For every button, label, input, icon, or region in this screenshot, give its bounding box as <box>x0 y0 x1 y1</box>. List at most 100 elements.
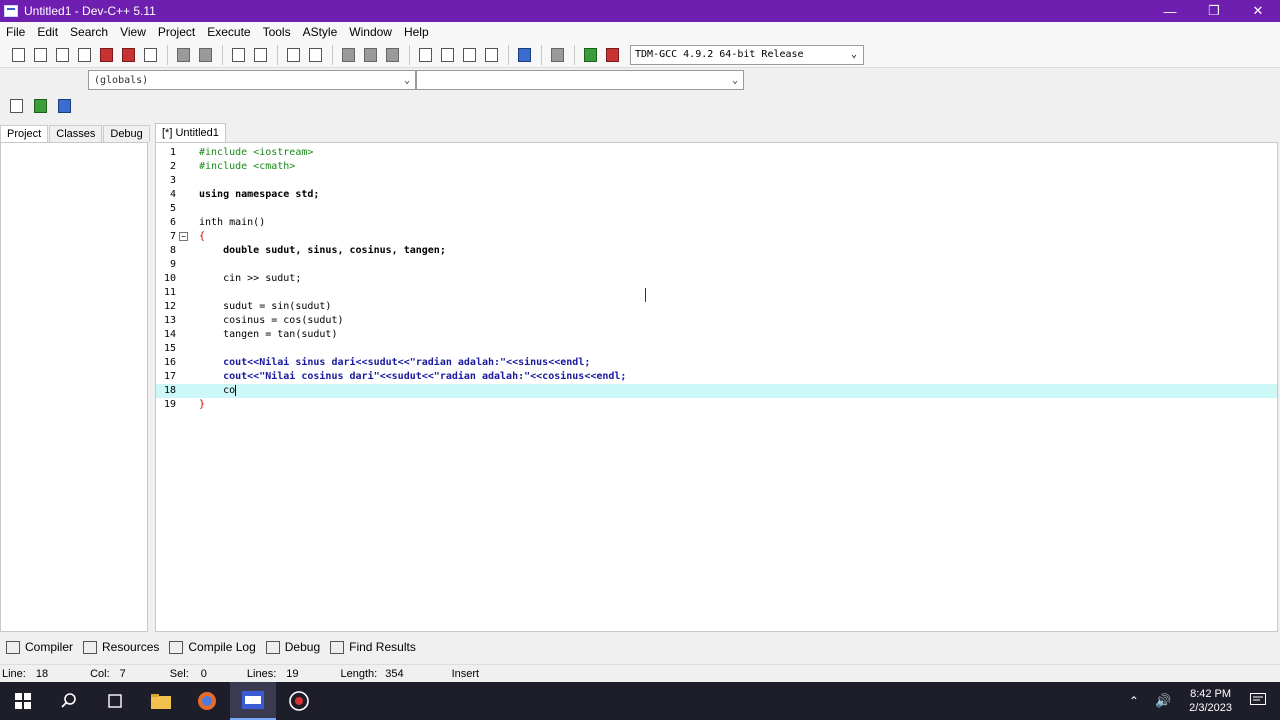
tab-find-results[interactable]: Find Results <box>330 640 416 654</box>
devcpp-taskbar-icon[interactable] <box>230 682 276 720</box>
code-line: 12 sudut = sin(sudut) <box>163 301 332 312</box>
status-line-label: Line: <box>2 667 26 680</box>
menu-window[interactable]: Window <box>343 25 398 39</box>
notification-icon[interactable] <box>1250 692 1266 710</box>
check-syntax-icon[interactable] <box>514 45 534 65</box>
status-col-value: 7 <box>119 667 126 680</box>
menu-astyle[interactable]: AStyle <box>297 25 344 39</box>
stop-execution-icon[interactable] <box>547 45 567 65</box>
compiler-icon <box>6 640 20 654</box>
save-icon[interactable] <box>52 45 72 65</box>
undo-icon[interactable] <box>173 45 193 65</box>
class-view-icon[interactable] <box>459 45 479 65</box>
code-editor[interactable]: 1 #include <iostream> 2 #include <cmath> 3… <box>155 142 1278 632</box>
compiler-select[interactable]: TDM-GCC 4.9.2 64-bit Release ⌄ <box>630 44 864 65</box>
unindent-icon[interactable] <box>305 45 325 65</box>
tab-project[interactable]: Project <box>0 125 49 142</box>
compile-log-icon <box>169 640 184 654</box>
goto-forward-icon[interactable] <box>360 45 380 65</box>
bookmark-icon[interactable] <box>382 45 402 65</box>
task-view-icon[interactable] <box>92 682 138 720</box>
start-icon[interactable] <box>0 682 46 720</box>
tab-compile-log[interactable]: Compile Log <box>169 640 256 654</box>
project-toolbar <box>6 94 76 118</box>
clock-time: 8:42 PM <box>1190 688 1232 700</box>
tab-classes[interactable]: Classes <box>49 125 103 142</box>
code-line: 19} <box>163 399 206 410</box>
tab-debug-output[interactable]: Debug <box>265 640 320 654</box>
code-line: 16 cout<<Nilai sinus dari<<sudut<<"radia… <box>163 357 591 368</box>
grid-icon[interactable] <box>481 45 501 65</box>
code-line: 8 double sudut, sinus, cosinus, tangen; <box>169 245 446 256</box>
code-line: 14 tangen = tan(sudut) <box>163 329 338 340</box>
scope-combo-value: (globals) <box>94 74 149 86</box>
menu-tools[interactable]: Tools <box>257 25 297 39</box>
scope-combo[interactable]: (globals) ⌄ <box>88 70 416 90</box>
status-sel-value: 0 <box>200 667 207 680</box>
volume-icon[interactable]: 🔊 <box>1155 693 1171 709</box>
menu-execute[interactable]: Execute <box>201 25 256 39</box>
replace-icon[interactable] <box>250 45 270 65</box>
close-file-icon[interactable] <box>96 45 116 65</box>
tab-debug[interactable]: Debug <box>103 125 150 142</box>
chart-profile-icon[interactable] <box>580 45 600 65</box>
window-view-icon[interactable] <box>437 45 457 65</box>
menu-file[interactable]: File <box>0 25 31 39</box>
search-icon[interactable] <box>46 682 92 720</box>
find-icon[interactable] <box>228 45 248 65</box>
project-tree[interactable] <box>0 142 148 632</box>
new-file-icon[interactable] <box>8 45 28 65</box>
tab-compiler[interactable]: Compiler <box>6 640 73 654</box>
code-line: 15 <box>163 343 176 354</box>
code-line: 2 #include <cmath> <box>169 161 296 172</box>
project-view-icon[interactable] <box>415 45 435 65</box>
print-icon[interactable] <box>140 45 160 65</box>
menu-view[interactable]: View <box>114 25 152 39</box>
menu-project[interactable]: Project <box>152 25 201 39</box>
code-line: 11 <box>163 287 176 298</box>
title-bar: Untitled1 - Dev-C++ 5.11 — ❐ ✕ <box>0 0 1280 22</box>
goto-back-icon[interactable] <box>338 45 358 65</box>
redo-icon[interactable] <box>195 45 215 65</box>
remove-from-project-icon[interactable] <box>30 96 50 116</box>
close-button[interactable]: ✕ <box>1236 0 1280 22</box>
code-line: 9 <box>169 259 176 270</box>
chevron-up-icon[interactable]: ⌃ <box>1129 694 1139 708</box>
window-title: Untitled1 - Dev-C++ 5.11 <box>24 4 156 18</box>
open-file-icon[interactable] <box>30 45 50 65</box>
function-combo[interactable]: ⌄ <box>416 70 744 90</box>
main-toolbar: TDM-GCC 4.9.2 64-bit Release ⌄ <box>0 42 1280 68</box>
restore-button[interactable]: ❐ <box>1192 0 1236 22</box>
close-all-icon[interactable] <box>118 45 138 65</box>
left-panel: Project Classes Debug <box>0 122 150 634</box>
menu-search[interactable]: Search <box>64 25 114 39</box>
code-line: 5 <box>169 203 176 214</box>
status-mode: Insert <box>451 667 480 680</box>
code-line: 17 cout<<"Nilai cosinus dari"<<sudut<<"r… <box>163 371 627 382</box>
indent-icon[interactable] <box>283 45 303 65</box>
fold-collapse-icon[interactable]: − <box>179 232 188 241</box>
recorder-icon[interactable] <box>276 682 322 720</box>
debug-icon <box>265 640 280 654</box>
code-line: 4 using namespace std; <box>169 189 320 200</box>
status-length-label: Length: <box>340 667 378 680</box>
bottom-panel-tabs: Compiler Resources Compile Log Debug Fin… <box>0 636 1280 658</box>
project-options-icon[interactable] <box>54 96 74 116</box>
tab-resources[interactable]: Resources <box>83 640 159 654</box>
clock[interactable]: 8:42 PM 2/3/2023 <box>1189 687 1232 715</box>
delete-profile-icon[interactable] <box>602 45 622 65</box>
devcpp-app-icon <box>4 5 18 17</box>
save-all-icon[interactable] <box>74 45 94 65</box>
system-tray: ⌃ 🔊 8:42 PM 2/3/2023 <box>1121 682 1280 720</box>
file-explorer-icon[interactable] <box>138 682 184 720</box>
menu-help[interactable]: Help <box>398 25 435 39</box>
chevron-down-icon: ⌄ <box>850 49 858 60</box>
add-to-project-icon[interactable] <box>6 96 26 116</box>
menu-edit[interactable]: Edit <box>31 25 64 39</box>
editor-tabs: [*] Untitled1 <box>155 120 226 142</box>
minimize-button[interactable]: — <box>1148 0 1192 22</box>
browser-icon[interactable] <box>184 682 230 720</box>
status-sel-label: Sel: <box>169 667 189 680</box>
status-length-value: 354 <box>385 667 404 680</box>
tab-untitled1[interactable]: [*] Untitled1 <box>155 123 226 142</box>
